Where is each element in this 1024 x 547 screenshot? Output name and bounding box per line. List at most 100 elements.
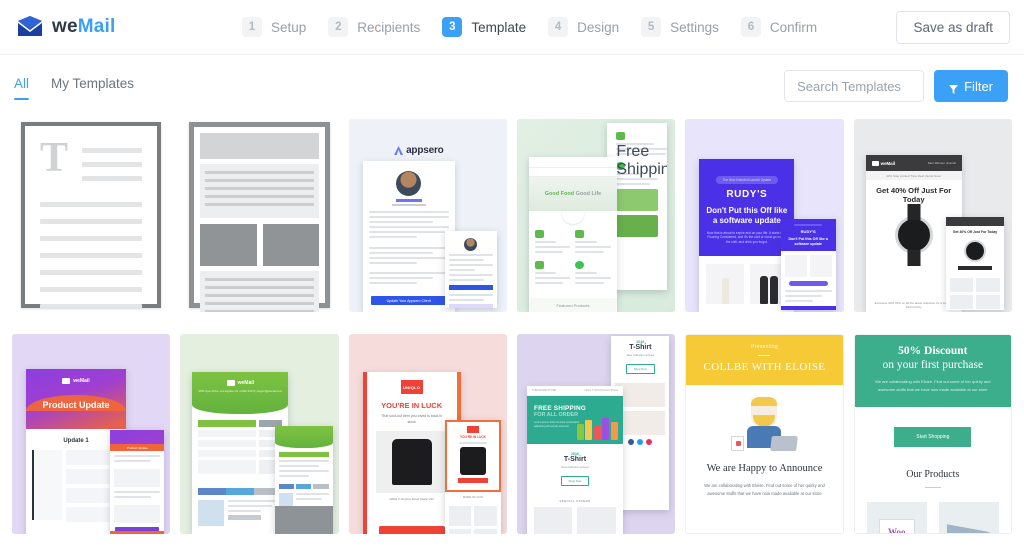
watch-mobile-preview: Get 40% Off Just For Today [945, 217, 1004, 310]
good-food-hero: Good Food Good Life [528, 177, 617, 211]
uniqlo-mobile-preview: YOU'RE IN LUCK MORE IN LUCK [444, 420, 501, 534]
step-template[interactable]: 3 Template [442, 17, 526, 37]
food-bowl-illustration [561, 211, 584, 224]
placeholder-line [82, 176, 143, 181]
template-card-product-update[interactable]: weMail Product Update Update 1 Product U… [12, 334, 171, 534]
wemail-brand: weMail [73, 378, 90, 384]
collbe-announce: We are Happy to Announce [706, 463, 823, 474]
step-number-badge: 6 [740, 17, 761, 37]
template-card-basic-layout[interactable] [180, 119, 339, 312]
rudys-brand: RUDY'S [726, 189, 768, 200]
feature-label: Free Shipping [616, 143, 668, 178]
hat-icon [751, 397, 778, 406]
brand-logo-group: weMail [16, 15, 116, 39]
shopping-bags-illustration [576, 418, 618, 440]
placeholder-line [82, 162, 143, 167]
text-letter-glyph: T [40, 135, 69, 181]
tab-my-templates[interactable]: My Templates [51, 76, 134, 100]
good-food-email-preview: Good Food Good Life Featured Products [528, 157, 617, 312]
step-recipients[interactable]: 2 Recipients [328, 17, 420, 37]
toolbar-actions: Filter [784, 70, 1008, 102]
collbe-pretitle: Presenting [751, 344, 778, 350]
step-settings[interactable]: 5 Settings [641, 17, 719, 37]
appsero-mark-icon [394, 146, 404, 155]
appsero-logo: appsero [349, 145, 489, 156]
tab-all[interactable]: All [14, 76, 30, 100]
step-setup[interactable]: 1 Setup [242, 17, 306, 37]
uniqlo-logo: UNIQLO [400, 380, 423, 394]
watch-footer: Exclusive 40% OFF on all the latest coll… [874, 301, 953, 309]
rudys-headline: Don't Put this Off like a software updat… [706, 206, 788, 225]
template-grid-row-2: weMail Product Update Update 1 Product U… [0, 332, 1024, 534]
watch-illustration [894, 204, 933, 266]
watch-headline: Get 40% Off Just For Today [876, 186, 952, 204]
placeholder-line [40, 236, 143, 241]
wizard-steps: 1 Setup 2 Recipients 3 Template 4 Design… [242, 17, 839, 37]
template-card-free-shipping[interactable]: 2016 T-Shirt New collection arrived Shop… [516, 334, 676, 534]
rudys-pill: The New Intended Launch Update [715, 176, 779, 184]
step-label: Design [577, 19, 620, 35]
image-blocks [200, 224, 319, 266]
free-shipping-email-preview: THEODORE STORE Home T-Shirt Dresses Shoes… [526, 386, 623, 534]
template-card-discount[interactable]: 50% Discount on your first purchase We a… [853, 334, 1012, 534]
collbe-header: Presenting COLLBE WITH ELOISE [686, 335, 843, 385]
discount-body: We are collaborating with Eloise. Find o… [875, 379, 991, 392]
template-card-collbe-eloise[interactable]: Presenting COLLBE WITH ELOISE We are Hap… [685, 334, 844, 534]
brand-name: weMail [52, 16, 116, 37]
placeholder-line [40, 253, 143, 258]
template-card-appsero[interactable]: appsero Update Your Appsero Client [348, 119, 507, 312]
collbe-title: COLLBE WITH ELOISE [703, 361, 826, 373]
step-number-badge: 2 [328, 17, 349, 37]
step-design[interactable]: 4 Design [548, 17, 619, 37]
template-grid-row-1: T appsero Update Your Appsero Client Fre… [0, 117, 1024, 312]
template-card-plain-text[interactable]: T [12, 119, 171, 312]
appsero-brand-text: appsero [406, 145, 444, 156]
free-shipping-sub: New collection arrived [561, 465, 589, 469]
envelope-icon [62, 378, 71, 384]
envelope-icon [16, 15, 44, 39]
save-as-draft-button[interactable]: Save as draft [896, 10, 1010, 44]
discount-title: 50% Discount [898, 345, 968, 357]
appsero-cta-button: Update Your Appsero Client [370, 296, 447, 305]
step-confirm[interactable]: 6 Confirm [740, 17, 818, 37]
laptop-icon [770, 436, 799, 451]
uniqlo-product-image [375, 431, 448, 494]
uniqlo-body: That sold-out item you loved is back in … [381, 414, 443, 424]
filter-button[interactable]: Filter [934, 70, 1008, 102]
illustration [686, 385, 842, 459]
template-card-uniqlo[interactable]: UNIQLO YOU'RE IN LUCK That sold-out item… [348, 334, 507, 534]
special-offers-heading: SPECIAL OFFERS [559, 499, 591, 503]
plain-text-thumbnail: T [21, 122, 162, 309]
uniqlo-mini-section: MORE IN LUCK [462, 495, 484, 499]
template-card-good-food[interactable]: Free Shipping Support Customer Good Food… [516, 119, 676, 312]
text-band [200, 164, 319, 218]
product-update-headline: Product Update [42, 400, 110, 410]
template-card-wemail-green[interactable]: weMail 9835 Open Drive, Los Angeles CA, … [180, 334, 339, 534]
step-number-badge: 5 [641, 17, 662, 37]
step-number-badge: 1 [242, 17, 262, 37]
wemail-brand: weMail [237, 380, 255, 386]
text-band [200, 271, 319, 312]
filter-label: Filter [964, 78, 993, 94]
step-label: Confirm [769, 19, 818, 35]
template-card-rudys[interactable]: The New Intended Launch Update RUDY'S Do… [685, 119, 844, 312]
avatar [396, 171, 422, 196]
cup-icon [731, 436, 745, 451]
search-input[interactable] [784, 70, 925, 102]
wemail-brand: weMail [880, 160, 896, 166]
hero-block [200, 133, 319, 159]
placeholder-line [40, 219, 143, 224]
discount-header: 50% Discount on your first purchase We a… [854, 335, 1011, 408]
shop-now-button: Shop Now [560, 476, 590, 486]
free-shipping-product: T-Shirt [563, 456, 587, 463]
template-card-wemail-watch[interactable]: weMail Men Women Journal 40% Sale Limite… [853, 119, 1012, 312]
templates-toolbar: All My Templates Filter [0, 55, 1024, 117]
step-number-badge: 4 [548, 17, 569, 37]
watch-menu: Men Women Journal [928, 161, 956, 165]
funnel-icon [949, 82, 959, 94]
placeholder-line [40, 202, 143, 207]
pennant-flag-icon [946, 524, 991, 533]
step-label: Recipients [357, 19, 421, 35]
green-invoice-address: 9835 Open Drive, Los Angeles CA, Collbe … [198, 390, 282, 393]
step-number-badge: 3 [442, 17, 463, 37]
